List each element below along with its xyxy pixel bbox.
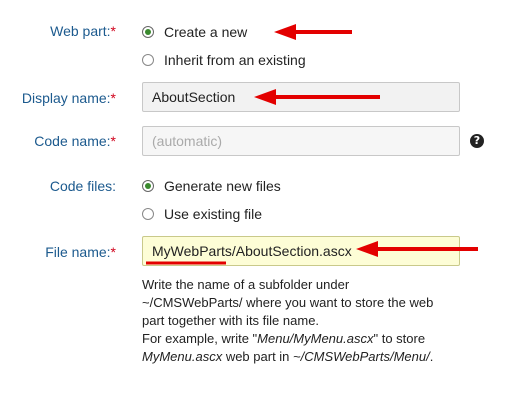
annotation-arrow xyxy=(274,24,352,40)
new-web-part-form: Web part:* Create a new Inherit from an … xyxy=(0,0,521,404)
annotation-arrow xyxy=(356,241,478,257)
annotation-arrow xyxy=(254,89,380,105)
annotation-layer xyxy=(146,24,478,265)
